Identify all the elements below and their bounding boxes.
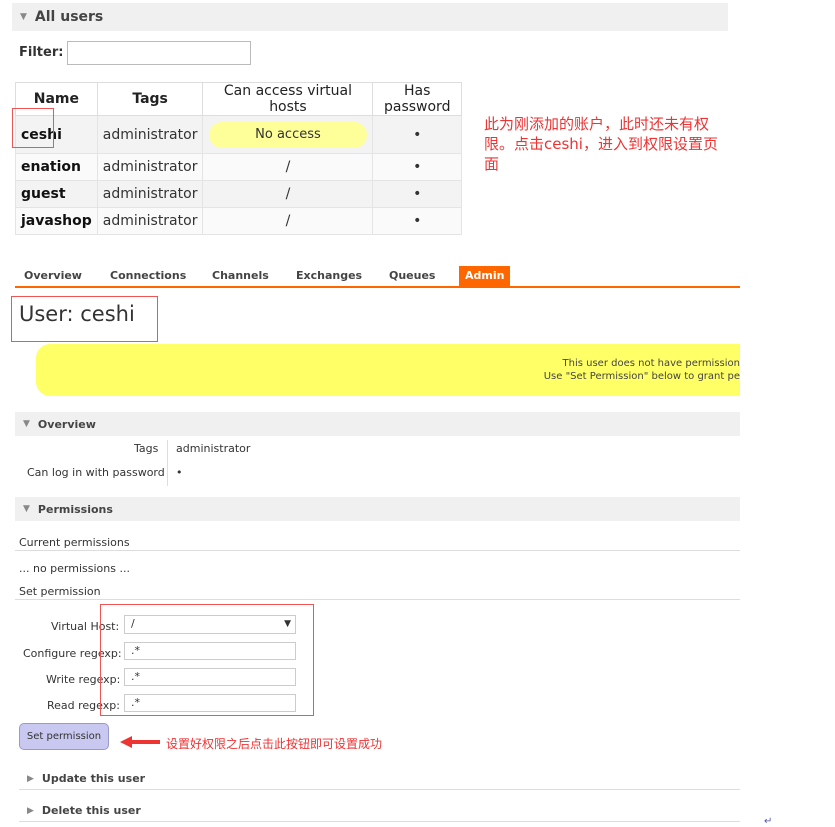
table-row: enation administrator / •	[15, 153, 462, 181]
current-permissions-label: Current permissions	[19, 536, 130, 549]
col-tags: Tags	[96, 82, 204, 116]
overview-divider	[167, 440, 168, 486]
collapse-triangle-icon: ▼	[23, 419, 30, 429]
nav-underline	[15, 286, 740, 288]
user-link-javashop[interactable]: javashop	[15, 207, 98, 235]
vhost-cell: /	[202, 153, 374, 181]
divider	[15, 550, 740, 551]
tab-connections[interactable]: Connections	[110, 269, 186, 282]
warning-line-1: This user does not have permission	[562, 358, 741, 369]
password-cell: •	[372, 115, 462, 154]
delete-user-section[interactable]: ▶ Delete this user	[19, 800, 740, 822]
user-link-enation[interactable]: enation	[15, 153, 98, 181]
table-row: javashop administrator / •	[15, 207, 462, 235]
tags-label: Tags	[134, 442, 159, 455]
tags-value: administrator	[176, 442, 251, 455]
user-tags: administrator	[96, 207, 204, 235]
col-password: Has password	[372, 82, 462, 116]
tab-exchanges[interactable]: Exchanges	[296, 269, 362, 282]
tab-channels[interactable]: Channels	[212, 269, 269, 282]
tab-queues[interactable]: Queues	[389, 269, 435, 282]
permissions-section-title: Permissions	[37, 502, 113, 516]
col-vhosts: Can access virtual hosts	[202, 82, 374, 116]
annotation-top: 此为刚添加的账户，此时还未有权限。点击ceshi，进入到权限设置页面	[484, 115, 718, 173]
divider	[15, 599, 740, 600]
login-value: •	[176, 466, 183, 479]
update-user-section[interactable]: ▶ Update this user	[19, 768, 740, 790]
highlight-ceshi-box	[12, 108, 54, 148]
highlight-form-box	[100, 604, 314, 716]
table-row: guest administrator / •	[15, 180, 462, 208]
all-users-header[interactable]: ▼ All users	[12, 3, 728, 31]
users-table: Name Tags Can access virtual hosts Has p…	[15, 82, 462, 235]
overview-section-title: Overview	[37, 417, 96, 431]
no-permissions-text: ... no permissions ...	[19, 562, 130, 575]
permissions-section-header[interactable]: ▼ Permissions	[15, 497, 740, 521]
vhost-cell: No access	[202, 115, 374, 154]
collapse-triangle-icon: ▼	[20, 12, 27, 22]
highlight-title-box	[11, 296, 158, 342]
no-access-badge: No access	[208, 121, 367, 148]
tab-admin[interactable]: Admin	[459, 266, 511, 287]
login-label: Can log in with password	[27, 466, 165, 479]
collapse-triangle-icon: ▼	[23, 504, 30, 514]
overview-section-header[interactable]: ▼ Overview	[15, 412, 740, 436]
warning-box: This user does not have permission Use "…	[36, 344, 740, 396]
password-cell: •	[372, 153, 462, 181]
user-link-guest[interactable]: guest	[15, 180, 98, 208]
filter-input[interactable]	[67, 41, 251, 65]
return-mark-icon: ↵	[764, 816, 773, 827]
filter-label: Filter:	[19, 45, 64, 60]
user-tags: administrator	[96, 115, 204, 154]
set-permission-button[interactable]: Set permission	[19, 723, 109, 750]
table-row: ceshi administrator No access •	[15, 115, 462, 154]
annotation-bottom: 设置好权限之后点击此按钮即可设置成功	[166, 737, 383, 751]
arrow-left-icon	[120, 736, 160, 748]
user-tags: administrator	[96, 180, 204, 208]
vhost-cell: /	[202, 207, 374, 235]
password-cell: •	[372, 207, 462, 235]
vhost-cell: /	[202, 180, 374, 208]
all-users-title: All users	[34, 9, 104, 25]
warning-line-2: Use "Set Permission" below to grant pe	[543, 371, 740, 382]
delete-user-label: Delete this user	[41, 804, 141, 817]
expand-triangle-icon: ▶	[27, 773, 34, 784]
password-cell: •	[372, 180, 462, 208]
tab-overview[interactable]: Overview	[24, 269, 82, 282]
set-permission-label: Set permission	[19, 585, 101, 598]
update-user-label: Update this user	[41, 772, 146, 785]
user-tags: administrator	[96, 153, 204, 181]
expand-triangle-icon: ▶	[27, 805, 34, 816]
